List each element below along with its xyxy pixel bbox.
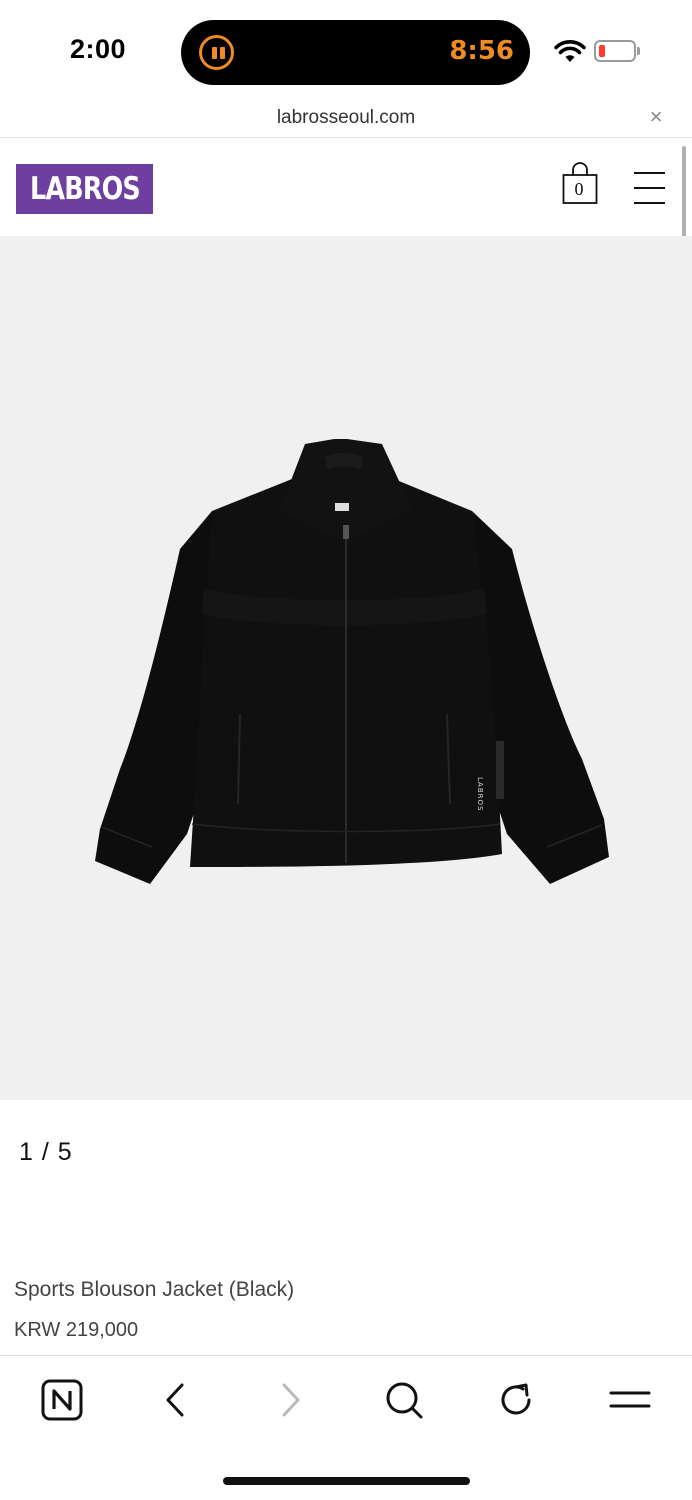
battery-icon xyxy=(594,40,636,62)
cart-button[interactable]: 0 xyxy=(562,161,598,205)
back-icon[interactable] xyxy=(154,1378,198,1422)
wifi-icon xyxy=(554,40,586,62)
home-indicator[interactable] xyxy=(223,1477,470,1485)
hamburger-menu-icon[interactable] xyxy=(634,172,665,206)
dynamic-island[interactable]: 8:56 xyxy=(181,20,530,85)
brand-logo[interactable]: LABROS xyxy=(16,164,153,214)
forward-icon[interactable] xyxy=(268,1378,312,1422)
menu-icon[interactable] xyxy=(608,1378,652,1422)
close-icon[interactable]: × xyxy=(645,106,667,128)
product-price: KRW 219,000 xyxy=(14,1319,139,1341)
reload-icon[interactable] xyxy=(494,1378,538,1422)
site-header: LABROS 0 xyxy=(0,139,692,236)
url-bar[interactable]: labrosseoul.com × xyxy=(0,100,692,138)
naver-home-icon[interactable] xyxy=(40,1378,84,1422)
pause-icon xyxy=(199,35,234,70)
search-icon[interactable] xyxy=(382,1378,426,1422)
slide-current: 1 xyxy=(19,1138,33,1166)
status-time: 2:00 xyxy=(70,34,127,64)
slide-separator: / xyxy=(41,1138,49,1166)
brand-logo-text: LABROS xyxy=(29,171,141,207)
jacket-brand-tag-text: LABROS xyxy=(476,777,484,812)
cart-count: 0 xyxy=(574,179,584,199)
slide-total: 5 xyxy=(57,1138,72,1166)
activity-timer: 8:56 xyxy=(449,36,514,66)
battery-tip xyxy=(637,47,640,55)
jacket-image xyxy=(95,439,609,884)
product-image[interactable]: LABROS xyxy=(0,236,692,1100)
product-name: Sports Blouson Jacket (Black) xyxy=(14,1278,295,1301)
slide-counter: 1 / 5 xyxy=(18,1138,73,1167)
url-text[interactable]: labrosseoul.com xyxy=(0,107,692,129)
browser-toolbar xyxy=(0,1355,692,1500)
status-bar: 2:00 8:56 xyxy=(0,0,692,100)
